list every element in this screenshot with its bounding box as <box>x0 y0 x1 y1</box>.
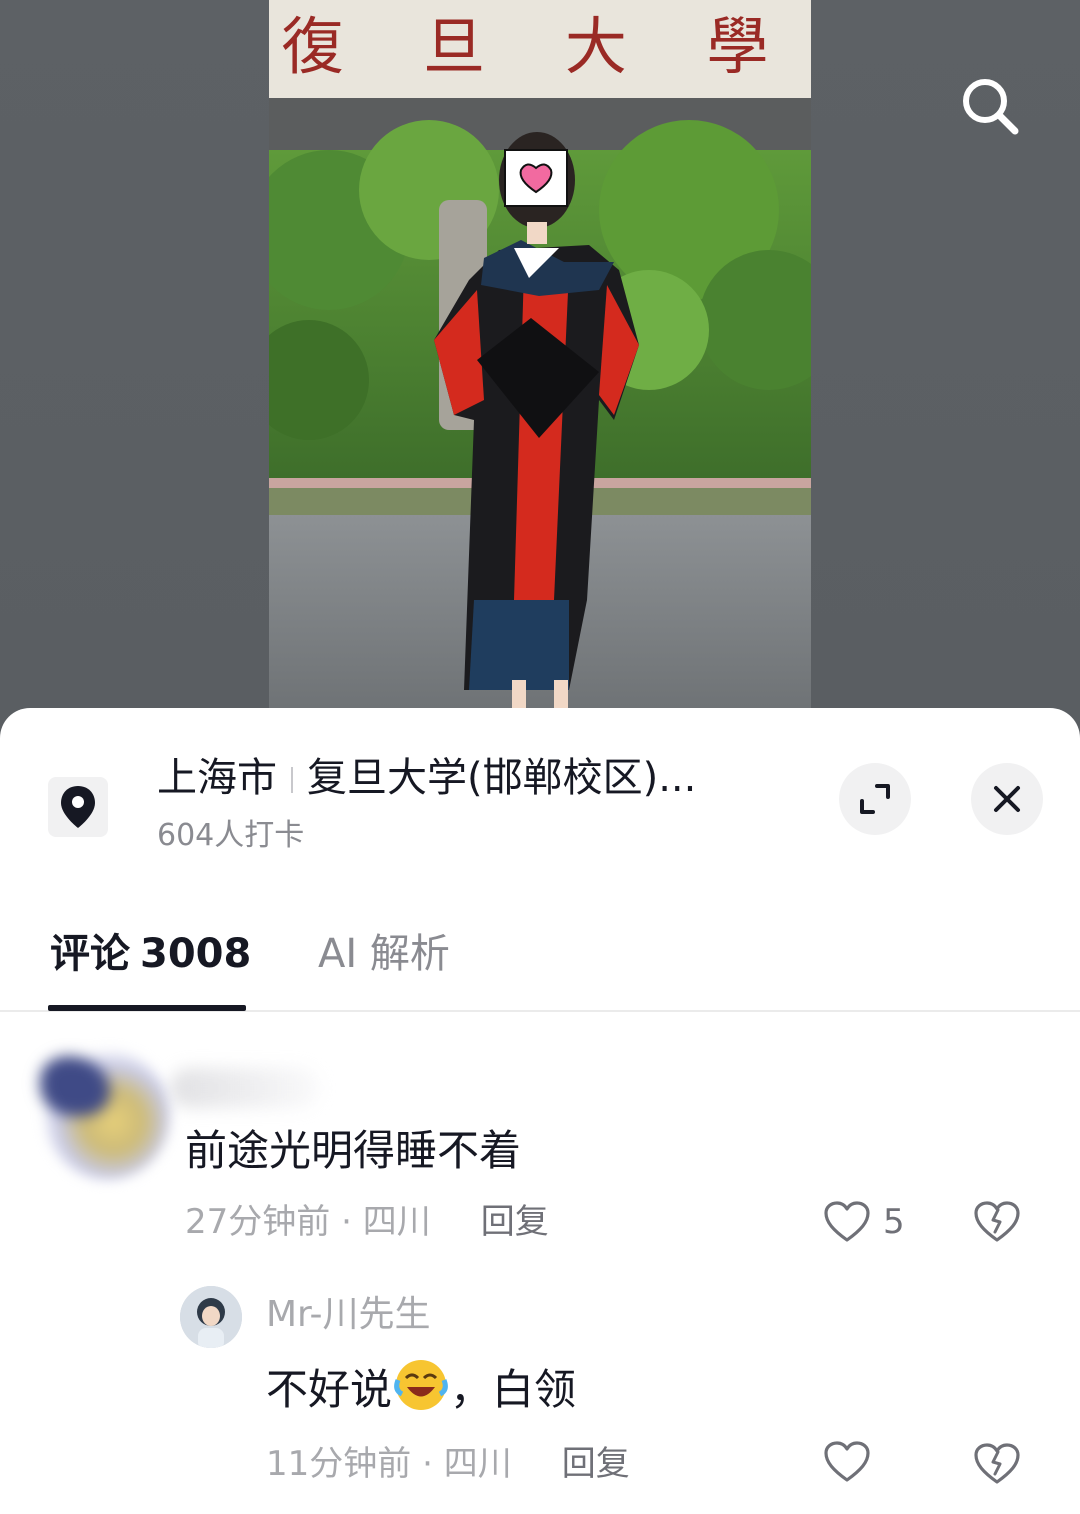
comment-time: 27分钟前 <box>185 1202 331 1242</box>
comment-author-name[interactable] <box>170 1068 320 1108</box>
gate-sign-text: 復 旦 大 學 <box>281 10 798 83</box>
heart-icon <box>824 1441 870 1482</box>
dislike-button[interactable] <box>973 1200 1021 1248</box>
like-button[interactable]: 5 <box>823 1198 905 1246</box>
avatar-image <box>180 1286 242 1348</box>
tab-ai-analysis[interactable]: AI 解析 <box>318 928 450 980</box>
dislike-button[interactable] <box>973 1442 1021 1490</box>
location-header[interactable]: 上海市 复旦大学(邯郸校区)... 604人打卡 <box>0 708 1080 888</box>
search-icon <box>963 79 1019 135</box>
active-tab-indicator <box>48 1005 246 1011</box>
comment-region: 四川 <box>362 1202 431 1242</box>
location-pin-container <box>48 777 108 837</box>
title-divider <box>291 767 293 793</box>
comment-text-part2: ，白领 <box>450 1365 577 1414</box>
tab-comments[interactable]: 评论 3008 <box>50 928 251 980</box>
location-place: 复旦大学(邯郸校区)... <box>307 755 697 801</box>
meta-separator: · <box>422 1444 433 1484</box>
reply-button[interactable]: 回复 <box>481 1202 549 1242</box>
broken-heart-icon <box>974 1201 1020 1242</box>
tab-comments-label: 评论 <box>50 931 130 977</box>
avatar[interactable] <box>180 1286 242 1348</box>
close-button[interactable] <box>971 763 1043 835</box>
meta-separator: · <box>341 1202 352 1242</box>
heart-icon <box>824 1201 870 1242</box>
comment-reply-item: Mr-川先生 不好说 ，白领 11分钟前 · 四川 回复 <box>0 1278 1080 1514</box>
media-background: 復 旦 大 學 <box>0 0 1080 740</box>
like-count: 5 <box>883 1202 905 1242</box>
tab-bar: 评论 3008 AI 解析 <box>0 908 1080 1012</box>
comment-region: 四川 <box>443 1444 512 1484</box>
expand-button[interactable] <box>839 763 911 835</box>
checkin-count: 604人打卡 <box>157 818 305 853</box>
comment-time: 11分钟前 <box>266 1444 412 1484</box>
post-photo[interactable]: 復 旦 大 學 <box>269 0 811 720</box>
location-pin-icon <box>61 786 95 828</box>
avatar[interactable] <box>44 1050 170 1180</box>
expand-icon <box>860 784 890 814</box>
tab-comments-count: 3008 <box>140 931 252 977</box>
like-button[interactable] <box>823 1440 871 1484</box>
location-city: 上海市 <box>157 755 277 801</box>
search-button[interactable] <box>950 66 1030 146</box>
comment-sheet: 上海市 复旦大学(邯郸校区)... 604人打卡 评论 3008 AI 解析 前途光… <box>0 708 1080 1514</box>
comment-item: 前途光明得睡不着 27分钟前 · 四川 回复 5 <box>0 1038 1080 1278</box>
laughing-crying-emoji-icon <box>394 1358 448 1412</box>
comment-text: 前途光明得睡不着 <box>185 1126 522 1175</box>
comment-author-name[interactable]: Mr-川先生 <box>266 1290 431 1340</box>
location-title[interactable]: 上海市 复旦大学(邯郸校区)... <box>157 750 777 806</box>
broken-heart-icon <box>974 1443 1020 1484</box>
reply-button[interactable]: 回复 <box>562 1444 630 1484</box>
close-icon <box>994 786 1020 812</box>
comment-meta: 11分钟前 · 四川 回复 <box>266 1440 630 1488</box>
comment-text: 不好说 ，白领 <box>266 1358 576 1419</box>
graduation-photo: 復 旦 大 學 <box>269 0 811 720</box>
comment-meta: 27分钟前 · 四川 回复 <box>185 1198 549 1246</box>
comment-text-part1: 不好说 <box>266 1365 393 1414</box>
